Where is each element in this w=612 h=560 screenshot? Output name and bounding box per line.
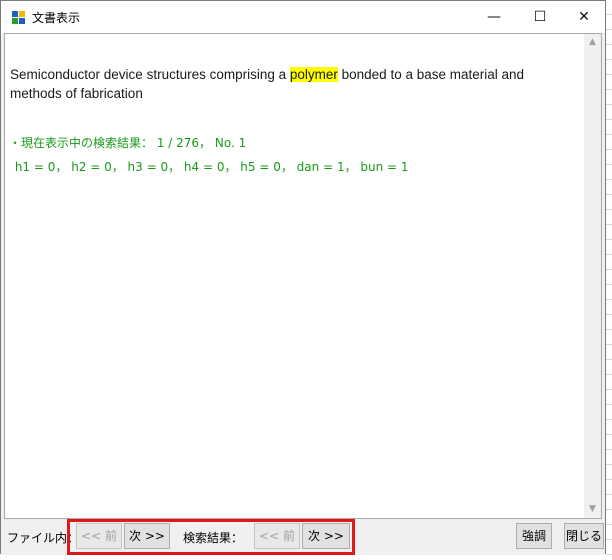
background-document-edge [606, 0, 612, 560]
search-term-highlight: polymer [289, 67, 338, 82]
document-viewer-window: 文書表示 — ☐ ✕ Semiconductor device structur… [0, 0, 606, 555]
close-button[interactable]: 閉じる [564, 523, 604, 549]
vertical-scrollbar[interactable]: ▲ ▼ [584, 34, 601, 518]
heading-counts: h1 = 0， h2 = 0， h3 = 0， h4 = 0， h5 = 0， … [11, 160, 409, 174]
document-content-pane[interactable]: Semiconductor device structures comprisi… [4, 33, 602, 519]
navigation-bar: ファイル内： << 前 次 >> 検索結果： << 前 次 >> 強調 閉じる [1, 519, 605, 555]
scroll-up-arrow-icon[interactable]: ▲ [584, 34, 601, 51]
scroll-down-arrow-icon[interactable]: ▼ [584, 501, 601, 518]
window-title: 文書表示 [32, 11, 81, 25]
close-window-button[interactable]: ✕ [561, 1, 607, 33]
navigation-callout-box [67, 519, 355, 555]
app-grid-icon [12, 11, 25, 24]
document-title: Semiconductor device structures comprisi… [10, 65, 570, 103]
title-bar[interactable]: 文書表示 — ☐ ✕ [1, 1, 605, 33]
minimize-button[interactable]: — [471, 1, 517, 33]
search-result-status: ・現在表示中の検索結果： 1 / 276， No. 1 [9, 136, 247, 150]
document-text-area[interactable]: Semiconductor device structures comprisi… [7, 34, 583, 518]
maximize-button[interactable]: ☐ [517, 1, 563, 33]
emphasize-button[interactable]: 強調 [516, 523, 552, 549]
title-text-before: Semiconductor device structures comprisi… [10, 67, 290, 82]
